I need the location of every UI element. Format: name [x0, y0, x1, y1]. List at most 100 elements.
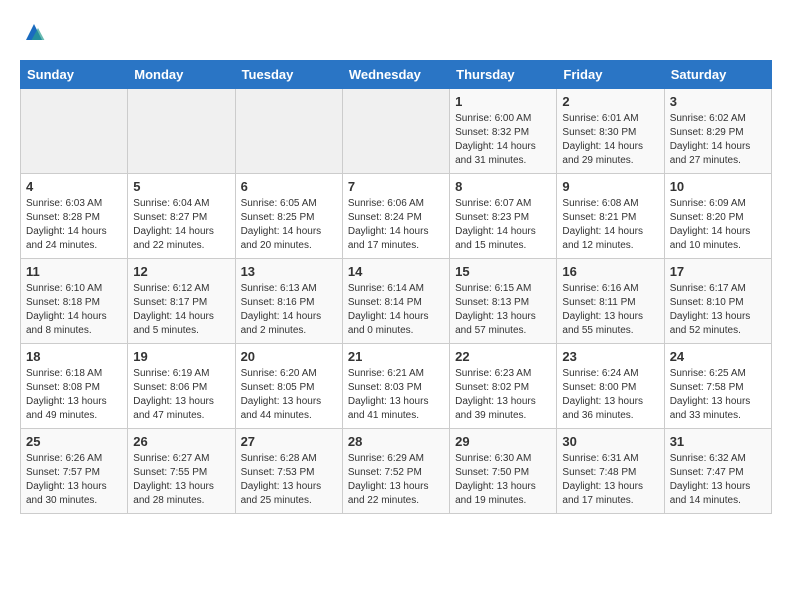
calendar-header-thursday: Thursday	[450, 61, 557, 89]
day-number: 2	[562, 94, 658, 109]
calendar-cell: 17Sunrise: 6:17 AM Sunset: 8:10 PM Dayli…	[664, 259, 771, 344]
day-number: 27	[241, 434, 337, 449]
day-number: 21	[348, 349, 444, 364]
calendar-week-5: 25Sunrise: 6:26 AM Sunset: 7:57 PM Dayli…	[21, 429, 772, 514]
calendar-cell	[235, 89, 342, 174]
day-content: Sunrise: 6:32 AM Sunset: 7:47 PM Dayligh…	[670, 452, 766, 508]
day-content: Sunrise: 6:29 AM Sunset: 7:52 PM Dayligh…	[348, 452, 444, 508]
calendar-cell: 18Sunrise: 6:18 AM Sunset: 8:08 PM Dayli…	[21, 344, 128, 429]
day-content: Sunrise: 6:19 AM Sunset: 8:06 PM Dayligh…	[133, 367, 229, 423]
calendar-cell: 6 Sunrise: 6:05 AM Sunset: 8:25 PM Daylig…	[235, 174, 342, 259]
calendar-cell: 5 Sunrise: 6:04 AM Sunset: 8:27 PM Daylig…	[128, 174, 235, 259]
day-number: 19	[133, 349, 229, 364]
day-number: 23	[562, 349, 658, 364]
day-number: 26	[133, 434, 229, 449]
calendar-cell: 1 Sunrise: 6:00 AM Sunset: 8:32 PM Daylig…	[450, 89, 557, 174]
calendar-cell: 28 Sunrise: 6:29 AM Sunset: 7:52 PM Dayli…	[342, 429, 449, 514]
day-content: Sunrise: 6:04 AM Sunset: 8:27 PM Dayligh…	[133, 197, 229, 253]
day-number: 12	[133, 264, 229, 279]
calendar-header-wednesday: Wednesday	[342, 61, 449, 89]
day-number: 5	[133, 179, 229, 194]
calendar-cell: 3 Sunrise: 6:02 AM Sunset: 8:29 PM Daylig…	[664, 89, 771, 174]
day-content: Sunrise: 6:00 AM Sunset: 8:32 PM Dayligh…	[455, 112, 551, 168]
day-number: 22	[455, 349, 551, 364]
day-content: Sunrise: 6:27 AM Sunset: 7:55 PM Dayligh…	[133, 452, 229, 508]
day-content: Sunrise: 6:24 AM Sunset: 8:00 PM Dayligh…	[562, 367, 658, 423]
day-number: 16	[562, 264, 658, 279]
calendar-cell: 19 Sunrise: 6:19 AM Sunset: 8:06 PM Dayli…	[128, 344, 235, 429]
day-content: Sunrise: 6:15 AM Sunset: 8:13 PM Dayligh…	[455, 282, 551, 338]
calendar-cell: 2Sunrise: 6:01 AM Sunset: 8:30 PM Daylig…	[557, 89, 664, 174]
day-number: 8	[455, 179, 551, 194]
calendar-cell: 10 Sunrise: 6:09 AM Sunset: 8:20 PM Dayli…	[664, 174, 771, 259]
day-content: Sunrise: 6:03 AM Sunset: 8:28 PM Dayligh…	[26, 197, 122, 253]
calendar-header-tuesday: Tuesday	[235, 61, 342, 89]
logo-text	[20, 20, 46, 44]
calendar-cell: 30 Sunrise: 6:31 AM Sunset: 7:48 PM Dayli…	[557, 429, 664, 514]
calendar-cell: 13 Sunrise: 6:13 AM Sunset: 8:16 PM Dayli…	[235, 259, 342, 344]
calendar-week-2: 4 Sunrise: 6:03 AM Sunset: 8:28 PM Daylig…	[21, 174, 772, 259]
logo	[20, 20, 46, 44]
day-content: Sunrise: 6:09 AM Sunset: 8:20 PM Dayligh…	[670, 197, 766, 253]
calendar-cell: 21 Sunrise: 6:21 AM Sunset: 8:03 PM Dayli…	[342, 344, 449, 429]
day-content: Sunrise: 6:02 AM Sunset: 8:29 PM Dayligh…	[670, 112, 766, 168]
day-number: 13	[241, 264, 337, 279]
calendar-cell: 25Sunrise: 6:26 AM Sunset: 7:57 PM Dayli…	[21, 429, 128, 514]
day-number: 29	[455, 434, 551, 449]
day-content: Sunrise: 6:23 AM Sunset: 8:02 PM Dayligh…	[455, 367, 551, 423]
calendar-cell: 12 Sunrise: 6:12 AM Sunset: 8:17 PM Dayli…	[128, 259, 235, 344]
day-content: Sunrise: 6:12 AM Sunset: 8:17 PM Dayligh…	[133, 282, 229, 338]
day-number: 11	[26, 264, 122, 279]
calendar-cell	[342, 89, 449, 174]
day-number: 9	[562, 179, 658, 194]
calendar-cell: 29 Sunrise: 6:30 AM Sunset: 7:50 PM Dayli…	[450, 429, 557, 514]
calendar-cell: 31 Sunrise: 6:32 AM Sunset: 7:47 PM Dayli…	[664, 429, 771, 514]
calendar-cell: 4 Sunrise: 6:03 AM Sunset: 8:28 PM Daylig…	[21, 174, 128, 259]
calendar-header-friday: Friday	[557, 61, 664, 89]
day-content: Sunrise: 6:07 AM Sunset: 8:23 PM Dayligh…	[455, 197, 551, 253]
day-content: Sunrise: 6:08 AM Sunset: 8:21 PM Dayligh…	[562, 197, 658, 253]
calendar-cell: 14 Sunrise: 6:14 AM Sunset: 8:14 PM Dayli…	[342, 259, 449, 344]
day-content: Sunrise: 6:30 AM Sunset: 7:50 PM Dayligh…	[455, 452, 551, 508]
day-content: Sunrise: 6:14 AM Sunset: 8:14 PM Dayligh…	[348, 282, 444, 338]
calendar-week-3: 11 Sunrise: 6:10 AM Sunset: 8:18 PM Dayli…	[21, 259, 772, 344]
calendar-cell	[128, 89, 235, 174]
day-number: 10	[670, 179, 766, 194]
day-number: 3	[670, 94, 766, 109]
day-number: 1	[455, 94, 551, 109]
day-content: Sunrise: 6:28 AM Sunset: 7:53 PM Dayligh…	[241, 452, 337, 508]
day-content: Sunrise: 6:31 AM Sunset: 7:48 PM Dayligh…	[562, 452, 658, 508]
day-content: Sunrise: 6:13 AM Sunset: 8:16 PM Dayligh…	[241, 282, 337, 338]
calendar-cell: 24 Sunrise: 6:25 AM Sunset: 7:58 PM Dayli…	[664, 344, 771, 429]
day-content: Sunrise: 6:20 AM Sunset: 8:05 PM Dayligh…	[241, 367, 337, 423]
day-number: 18	[26, 349, 122, 364]
calendar-header-sunday: Sunday	[21, 61, 128, 89]
page-header	[20, 20, 772, 44]
day-number: 4	[26, 179, 122, 194]
day-content: Sunrise: 6:05 AM Sunset: 8:25 PM Dayligh…	[241, 197, 337, 253]
calendar-week-1: 1 Sunrise: 6:00 AM Sunset: 8:32 PM Daylig…	[21, 89, 772, 174]
day-number: 31	[670, 434, 766, 449]
day-number: 24	[670, 349, 766, 364]
day-number: 28	[348, 434, 444, 449]
calendar-header-row: SundayMondayTuesdayWednesdayThursdayFrid…	[21, 61, 772, 89]
calendar-cell: 22 Sunrise: 6:23 AM Sunset: 8:02 PM Dayli…	[450, 344, 557, 429]
day-number: 17	[670, 264, 766, 279]
day-content: Sunrise: 6:21 AM Sunset: 8:03 PM Dayligh…	[348, 367, 444, 423]
calendar-header-saturday: Saturday	[664, 61, 771, 89]
calendar-cell: 11 Sunrise: 6:10 AM Sunset: 8:18 PM Dayli…	[21, 259, 128, 344]
day-number: 7	[348, 179, 444, 194]
day-number: 30	[562, 434, 658, 449]
calendar-header-monday: Monday	[128, 61, 235, 89]
day-number: 14	[348, 264, 444, 279]
calendar-cell: 27 Sunrise: 6:28 AM Sunset: 7:53 PM Dayli…	[235, 429, 342, 514]
calendar-cell: 23 Sunrise: 6:24 AM Sunset: 8:00 PM Dayli…	[557, 344, 664, 429]
day-content: Sunrise: 6:10 AM Sunset: 8:18 PM Dayligh…	[26, 282, 122, 338]
calendar-table: SundayMondayTuesdayWednesdayThursdayFrid…	[20, 60, 772, 514]
calendar-cell: 20Sunrise: 6:20 AM Sunset: 8:05 PM Dayli…	[235, 344, 342, 429]
day-number: 6	[241, 179, 337, 194]
day-content: Sunrise: 6:25 AM Sunset: 7:58 PM Dayligh…	[670, 367, 766, 423]
calendar-cell: 15Sunrise: 6:15 AM Sunset: 8:13 PM Dayli…	[450, 259, 557, 344]
day-content: Sunrise: 6:06 AM Sunset: 8:24 PM Dayligh…	[348, 197, 444, 253]
calendar-week-4: 18Sunrise: 6:18 AM Sunset: 8:08 PM Dayli…	[21, 344, 772, 429]
